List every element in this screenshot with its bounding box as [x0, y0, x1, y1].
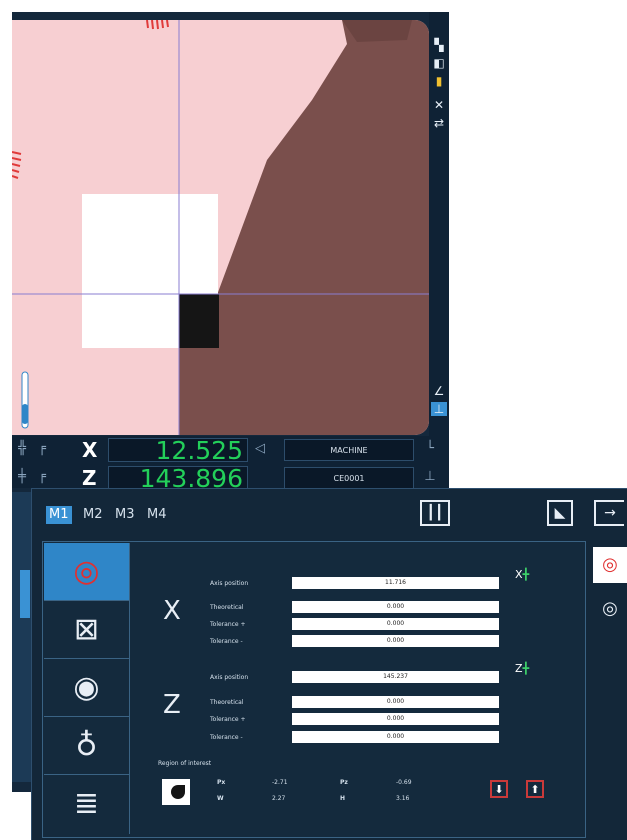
- z-axis-position-label: Axis position: [210, 674, 249, 681]
- hatch-mode-icon[interactable]: ⊠: [44, 601, 129, 659]
- viewport-graphics: [12, 20, 429, 435]
- zoom-slider-fill: [22, 404, 28, 424]
- roi-label: Region of interest: [158, 760, 212, 767]
- left-strip-active: [20, 570, 30, 618]
- x-theoretical-label: Theoretical: [210, 604, 244, 611]
- tab-m3[interactable]: M3: [112, 506, 138, 524]
- ruler-ticks-left: [12, 151, 22, 179]
- tool-icon[interactable]: ▚: [431, 38, 447, 52]
- axis-icon[interactable]: └: [422, 441, 438, 457]
- z-probe-icon[interactable]: Z╋: [515, 662, 543, 690]
- z-theoretical-label: Theoretical: [210, 699, 244, 706]
- roi-thumbnail-shape: [171, 785, 185, 799]
- mode-sidebar: ◎ ⊠ ◉ ♁ ≣: [44, 543, 130, 834]
- x-tol-plus-field[interactable]: 0.000: [292, 618, 499, 630]
- roi-pz-value: -0.69: [396, 779, 412, 786]
- x-tol-plus-label: Tolerance +: [210, 621, 246, 628]
- tab-m4[interactable]: M4: [144, 506, 170, 524]
- dro-row-z: ╪ ╒ Z 143.896 CE0001 ⊥: [12, 464, 449, 491]
- z-tol-plus-field[interactable]: 0.000: [292, 713, 499, 725]
- roi-thumbnail[interactable]: [162, 779, 190, 805]
- roi-pz-label: Pz: [340, 779, 348, 786]
- pointer-icon[interactable]: ◁: [252, 441, 268, 457]
- dro-mode-box[interactable]: MACHINE: [284, 439, 414, 461]
- arrow-up-button[interactable]: ⬆: [526, 780, 544, 798]
- roi-h-value: 3.16: [396, 795, 410, 802]
- dro-x-value: 12.525: [108, 438, 248, 463]
- x-probe-marker: X: [515, 568, 523, 581]
- z-tol-plus-label: Tolerance +: [210, 716, 246, 723]
- dro-z-value: 143.896: [108, 466, 248, 491]
- x-axis-position-field[interactable]: 11.716: [292, 577, 499, 589]
- tool-tip: [179, 294, 219, 348]
- roi-h-label: H: [340, 795, 346, 802]
- dro-program-box[interactable]: CE0001: [284, 467, 414, 489]
- roi-w-label: W: [217, 795, 224, 802]
- auto-target-icon[interactable]: ◉: [44, 659, 129, 717]
- measure-icon[interactable]: ⊥: [431, 402, 447, 416]
- ref-measure-icon[interactable]: ◎: [593, 591, 627, 627]
- z-tol-minus-label: Tolerance -: [210, 734, 243, 741]
- z-theoretical-field[interactable]: 0.000: [292, 696, 499, 708]
- ruler-ticks-top: [146, 20, 169, 30]
- z-tol-minus-field[interactable]: 0.000: [292, 731, 499, 743]
- x-tol-minus-field[interactable]: 0.000: [292, 635, 499, 647]
- x-axis-position-label: Axis position: [210, 580, 249, 587]
- camera-viewport[interactable]: [12, 20, 429, 435]
- crosshair-icon[interactable]: ╪: [14, 469, 30, 485]
- left-strip: [12, 492, 32, 782]
- z-probe-marker: Z: [515, 662, 523, 675]
- roi-px-value: -2.71: [272, 779, 288, 786]
- tab-m1[interactable]: M1: [46, 506, 72, 524]
- x-theoretical-field[interactable]: 0.000: [292, 601, 499, 613]
- database-icon[interactable]: ≣: [44, 775, 129, 832]
- highlight-icon[interactable]: ▮: [431, 74, 447, 88]
- cross-tool-icon[interactable]: ✕: [431, 98, 447, 112]
- z-axis-label: Z: [163, 690, 181, 720]
- z-axis-position-field[interactable]: 145.237: [292, 671, 499, 683]
- tool-insert-icon[interactable]: ♁: [44, 717, 129, 775]
- dro-axis-label: Z: [82, 466, 97, 490]
- roi-px-label: Px: [217, 779, 226, 786]
- crosshair-icon[interactable]: ╬: [14, 441, 30, 457]
- gap-measure-icon[interactable]: ┃┃: [420, 500, 450, 526]
- right-toolbar: ▚ ◧ ▮ ✕ ⇄ ∠ ⊥: [429, 12, 449, 472]
- x-probe-icon[interactable]: X╋: [515, 568, 543, 596]
- arrow-down-button[interactable]: ⬇: [490, 780, 508, 798]
- tool-offset-icon[interactable]: ╒: [34, 469, 50, 485]
- swap-icon[interactable]: ⇄: [431, 116, 447, 130]
- dro-row-x: ╬ ╒ X 12.525 ◁ MACHINE └: [12, 436, 449, 464]
- target-measure-icon[interactable]: ◎: [593, 547, 627, 583]
- x-axis-label: X: [163, 596, 181, 626]
- scale-icon[interactable]: ⊥: [422, 469, 438, 485]
- tab-m2[interactable]: M2: [80, 506, 106, 524]
- probe-icon[interactable]: ◣: [547, 500, 573, 526]
- roi-w-value: 2.27: [272, 795, 286, 802]
- x-tol-minus-label: Tolerance -: [210, 638, 243, 645]
- target-mode-icon[interactable]: ◎: [44, 543, 129, 601]
- tool-offset-icon[interactable]: ╒: [34, 441, 50, 457]
- dro-axis-label: X: [82, 438, 98, 462]
- angle-icon[interactable]: ∠: [431, 384, 447, 398]
- tool-icon[interactable]: ◧: [431, 56, 447, 70]
- exit-icon[interactable]: →: [594, 500, 624, 526]
